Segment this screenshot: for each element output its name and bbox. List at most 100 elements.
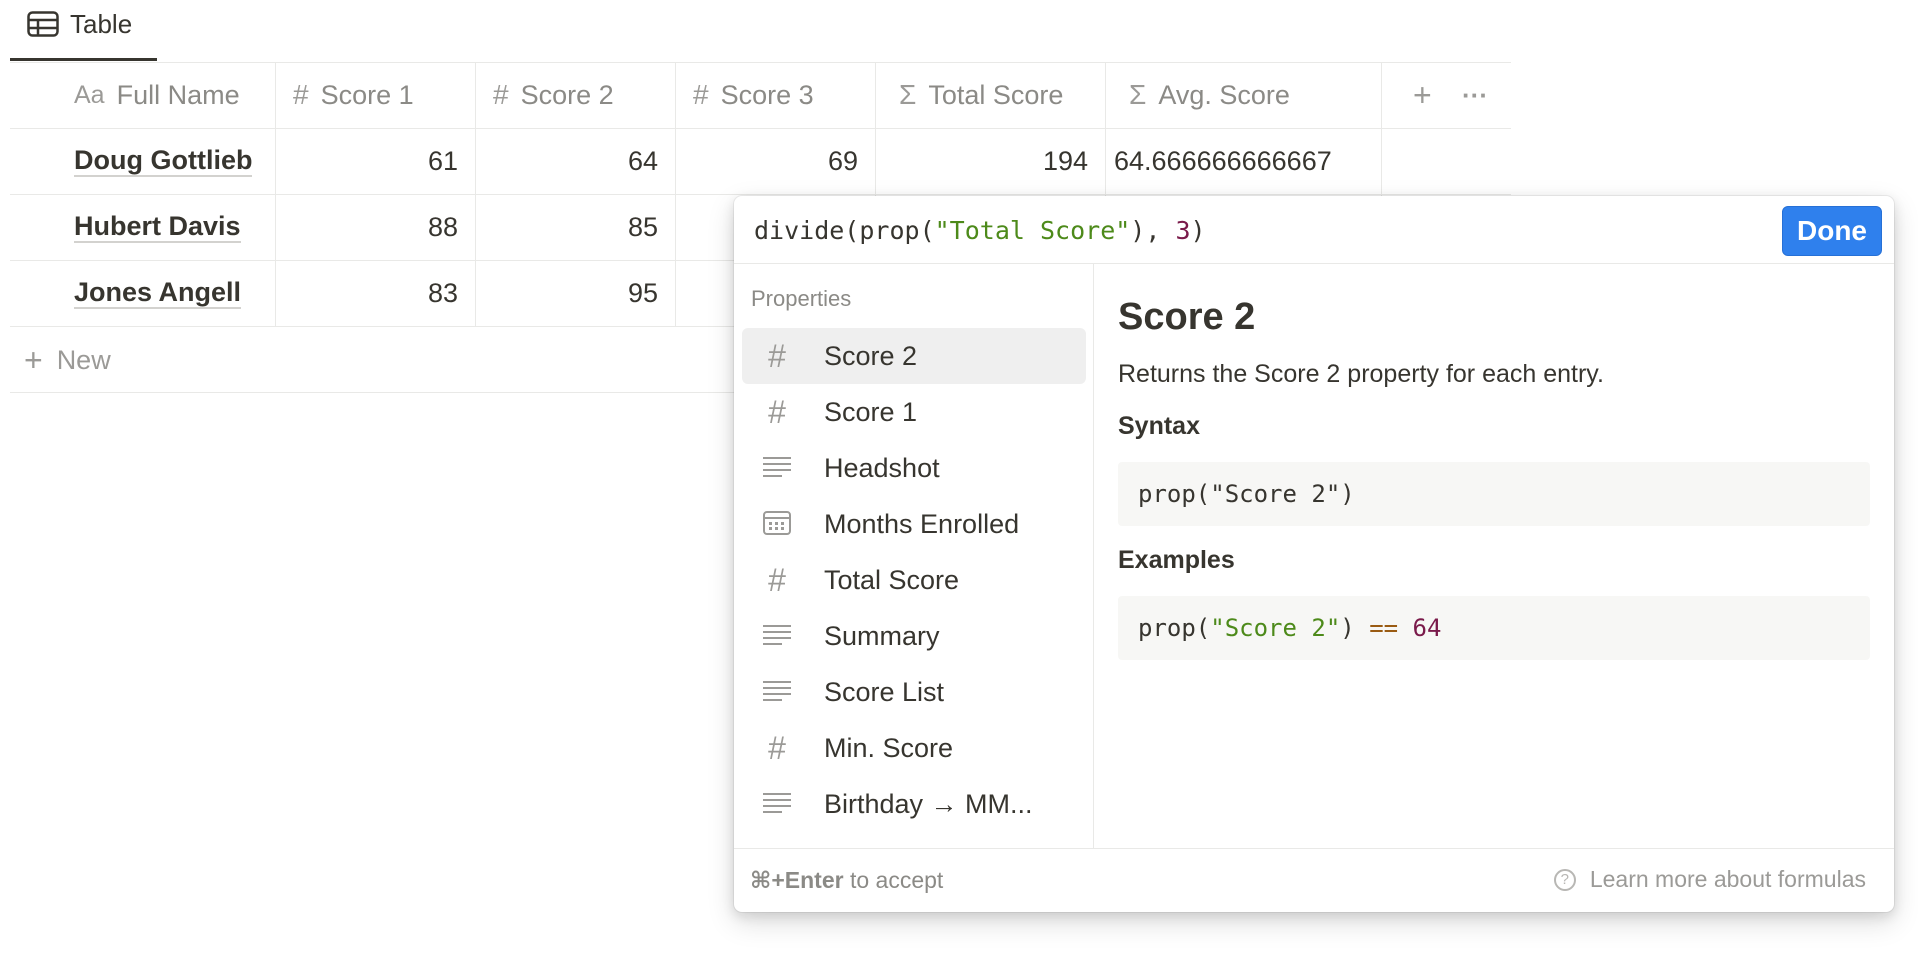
row-name: Doug Gottlieb [74, 145, 253, 177]
number-icon: # [768, 562, 786, 598]
table-cell[interactable]: 61 [275, 128, 475, 194]
column-header-label: Total Score [928, 79, 1064, 110]
property-label: Months Enrolled [824, 508, 1020, 539]
learn-more-label: Learn more about formulas [1589, 866, 1866, 892]
property-documentation: Score 2 Returns the Score 2 property for… [1094, 264, 1894, 848]
formula-input[interactable]: divide(prop("Total Score"), 3) [754, 216, 1206, 245]
table-cell[interactable]: 69 [675, 128, 875, 194]
text-icon [762, 622, 792, 650]
property-label: Min. Score [824, 732, 954, 763]
formula-string-token: "Total Score" [934, 216, 1131, 245]
example-code-block: prop("Score 2") == 64 [1118, 596, 1870, 660]
formula-type-icon: Σ [1129, 79, 1147, 110]
property-item-score-1[interactable]: # Score 1 [742, 384, 1086, 440]
number-icon: # [768, 338, 786, 374]
ellipsis-icon: ··· [1462, 79, 1488, 110]
properties-section-label: Properties [751, 286, 852, 311]
examples-heading: Examples [1118, 546, 1235, 574]
column-header-total-score[interactable]: Σ Total Score [899, 62, 1063, 128]
table-row-name-cell[interactable]: Hubert Davis [10, 194, 275, 260]
column-header-score-2[interactable]: # Score 2 [493, 62, 614, 128]
column-header-label: Full Name [116, 79, 240, 110]
syntax-heading: Syntax [1118, 412, 1200, 440]
code-string-token: "Score 2" [1210, 614, 1341, 642]
more-options-button[interactable]: ··· [1462, 62, 1488, 128]
formula-token: ), [1130, 216, 1176, 245]
add-column-button[interactable]: + [1413, 62, 1432, 128]
column-header-label: Score 1 [320, 79, 414, 110]
table-row-name-cell[interactable]: Doug Gottlieb [10, 128, 275, 194]
plus-icon: + [1413, 76, 1432, 113]
column-header-score-3[interactable]: # Score 3 [693, 62, 814, 128]
text-type-icon: Aa [74, 80, 105, 109]
done-button[interactable]: Done [1782, 206, 1882, 256]
table-cell[interactable]: 83 [275, 260, 475, 326]
column-header-label: Score 2 [520, 79, 614, 110]
row-name: Hubert Davis [74, 211, 241, 243]
table-cell[interactable]: 85 [475, 194, 675, 260]
property-label: Score List [824, 676, 945, 707]
formula-token: ) [1190, 216, 1206, 245]
property-label: Summary [824, 620, 940, 651]
number-icon: # [768, 394, 786, 430]
table-icon [27, 11, 59, 42]
property-item-total-score[interactable]: # Total Score [742, 552, 1086, 608]
formula-input-bar[interactable]: divide(prop("Total Score"), 3) Done [734, 196, 1894, 264]
row-name: Jones Angell [74, 277, 242, 309]
number-icon: # [768, 730, 786, 766]
property-item-score-2[interactable]: # Score 2 [742, 328, 1086, 384]
text-icon [762, 454, 792, 482]
code-operator-token: == [1369, 614, 1399, 642]
table-cell[interactable]: 88 [275, 194, 475, 260]
property-label: Score 1 [824, 396, 918, 427]
table-cell[interactable]: 64 [475, 128, 675, 194]
plus-icon: + [24, 341, 43, 378]
text-icon [762, 790, 792, 818]
formula-editor-footer: ⌘+Enter to accept ? Learn more about for… [734, 848, 1894, 912]
code-token: prop( [1138, 614, 1211, 642]
number-type-icon: # [493, 79, 509, 110]
property-item-score-list[interactable]: Score List [742, 664, 1086, 720]
formula-editor-popup: divide(prop("Total Score"), 3) Done Prop… [734, 196, 1894, 912]
help-icon: ? [1553, 868, 1576, 891]
column-header-label: Score 3 [720, 79, 814, 110]
doc-description: Returns the Score 2 property for each en… [1118, 360, 1604, 388]
formula-number-token: 3 [1175, 216, 1191, 245]
table-cell[interactable]: 194 [875, 128, 1105, 194]
code-token: ) [1340, 614, 1370, 642]
code-number-token: 64 [1398, 614, 1442, 642]
shortcut-suffix: to accept [843, 867, 944, 893]
property-item-birthday[interactable]: Birthday → MM... [742, 776, 1086, 832]
column-header-full-name[interactable]: Aa Full Name [74, 62, 240, 128]
new-row-label: New [56, 344, 111, 375]
table-row-name-cell[interactable]: Jones Angell [10, 260, 275, 326]
property-item-months-enrolled[interactable]: Months Enrolled [742, 496, 1086, 552]
properties-list: Properties # Score 2 # Score 1 Headshot … [734, 264, 1094, 848]
number-type-icon: # [293, 79, 309, 110]
column-header-score-1[interactable]: # Score 1 [293, 62, 414, 128]
tab-table-view[interactable]: Table [10, 0, 157, 61]
property-label: Birthday → MM... [824, 788, 1033, 819]
table-cell[interactable]: 64.666666666667 [1105, 128, 1381, 194]
text-icon [762, 678, 792, 706]
learn-more-link[interactable]: ? Learn more about formulas [1553, 866, 1866, 893]
number-type-icon: # [693, 79, 709, 110]
property-label: Score 2 [824, 340, 918, 371]
new-row-button[interactable]: + New [10, 330, 111, 390]
table-cell[interactable]: 95 [475, 260, 675, 326]
accept-hint: ⌘+Enter to accept [750, 867, 943, 894]
calendar-icon [762, 510, 792, 538]
shortcut-keys: ⌘+Enter [750, 867, 844, 893]
property-label: Headshot [824, 452, 940, 483]
property-item-min-score[interactable]: # Min. Score [742, 720, 1086, 776]
doc-title: Score 2 [1118, 296, 1256, 338]
column-header-avg-score[interactable]: Σ Avg. Score [1129, 62, 1290, 128]
tab-label: Table [70, 9, 133, 39]
column-header-label: Avg. Score [1158, 79, 1290, 110]
formula-type-icon: Σ [899, 79, 917, 110]
property-item-headshot[interactable]: Headshot [742, 440, 1086, 496]
formula-token: divide(prop( [754, 216, 935, 245]
property-label: Total Score [824, 564, 960, 595]
syntax-code-block: prop("Score 2") [1118, 462, 1870, 526]
property-item-summary[interactable]: Summary [742, 608, 1086, 664]
